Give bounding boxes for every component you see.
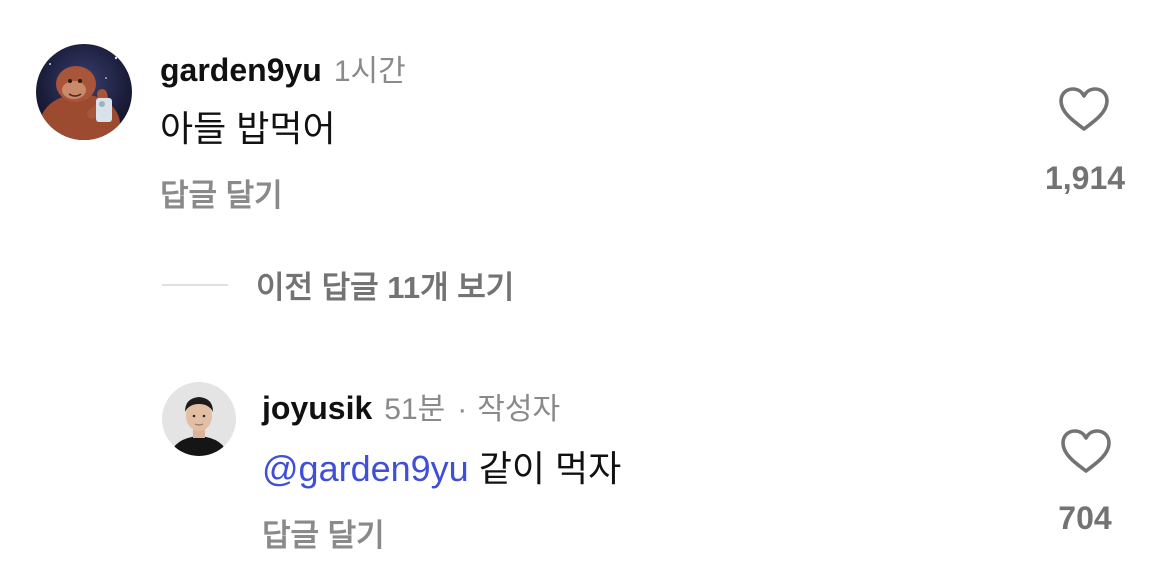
reply-text: @garden9yu 같이 먹자	[262, 440, 621, 492]
reply-body: 같이 먹자	[478, 448, 622, 489]
username[interactable]: joyusik	[262, 390, 372, 427]
person-avatar-icon	[162, 382, 236, 456]
heart-icon	[1059, 87, 1109, 131]
heart-icon	[1061, 429, 1111, 473]
timestamp: 51분	[384, 393, 446, 426]
reply-button[interactable]: 답글 달기	[160, 170, 283, 215]
like-count: 704	[1058, 500, 1112, 536]
reply-comment: joyusik 51분 · 작성자 @garden9yu 같이 먹자 답글 달기…	[0, 360, 1170, 584]
timestamp: 1시간	[333, 55, 406, 88]
meta-separator: ·	[457, 393, 468, 426]
comment-meta: garden9yu 1시간	[160, 46, 406, 90]
username[interactable]: garden9yu	[160, 52, 322, 89]
author-badge: 작성자	[477, 393, 561, 426]
comment: garden9yu 1시간 아들 밥먹어 답글 달기 1,914	[0, 0, 1170, 230]
reply-meta: joyusik 51분 · 작성자	[262, 384, 560, 428]
mention-link[interactable]: @garden9yu	[262, 448, 469, 489]
reply-button[interactable]: 답글 달기	[262, 510, 385, 555]
like-button[interactable]	[1058, 86, 1110, 132]
view-previous-replies-button[interactable]: 이전 답글 11개 보기	[162, 262, 514, 307]
like-button[interactable]	[1060, 428, 1112, 474]
orangutan-avatar-icon	[36, 44, 132, 140]
avatar[interactable]	[162, 382, 236, 456]
view-replies-label: 이전 답글 11개 보기	[256, 270, 515, 305]
avatar[interactable]	[36, 44, 132, 140]
like-count: 1,914	[1044, 160, 1126, 196]
divider-line	[162, 283, 228, 286]
comment-text: 아들 밥먹어	[160, 108, 336, 149]
